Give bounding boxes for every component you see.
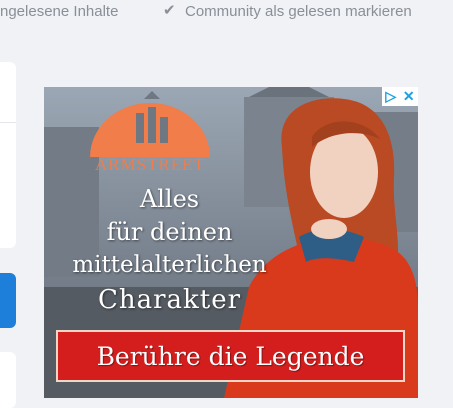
content-panel-lower [0,352,16,408]
activity-toolbar: ngelesene Inhalte ✔ Community als gelese… [0,0,453,26]
checkmark-icon: ✔ [163,2,176,19]
content-panel [0,62,16,248]
brand-logo-text: ARMSTREET [94,155,206,174]
ad-cta-button[interactable]: Berühre die Legende [56,330,405,382]
advertisement-banner[interactable]: ▷ ✕ ARMSTREET Alles für deinen mittelalt… [44,87,418,398]
ad-headline: Alles für deinen mittelalterlichen Chara… [52,183,287,318]
ad-headline-line: Charakter [97,285,242,315]
primary-button-edge[interactable] [0,273,16,328]
panel-divider [0,122,16,123]
ad-headline-line: für deinen [106,218,233,246]
adchoices-badge[interactable]: ▷ ✕ [382,87,418,106]
unread-content-link[interactable]: ngelesene Inhalte [0,3,118,20]
ad-headline-line: Alles [139,185,200,213]
mark-community-read-link[interactable]: Community als gelesen markieren [185,3,412,20]
close-icon[interactable]: ✕ [403,87,415,106]
ad-headline-line: mittelalterlichen [72,252,267,278]
adchoices-icon[interactable]: ▷ [385,87,396,106]
